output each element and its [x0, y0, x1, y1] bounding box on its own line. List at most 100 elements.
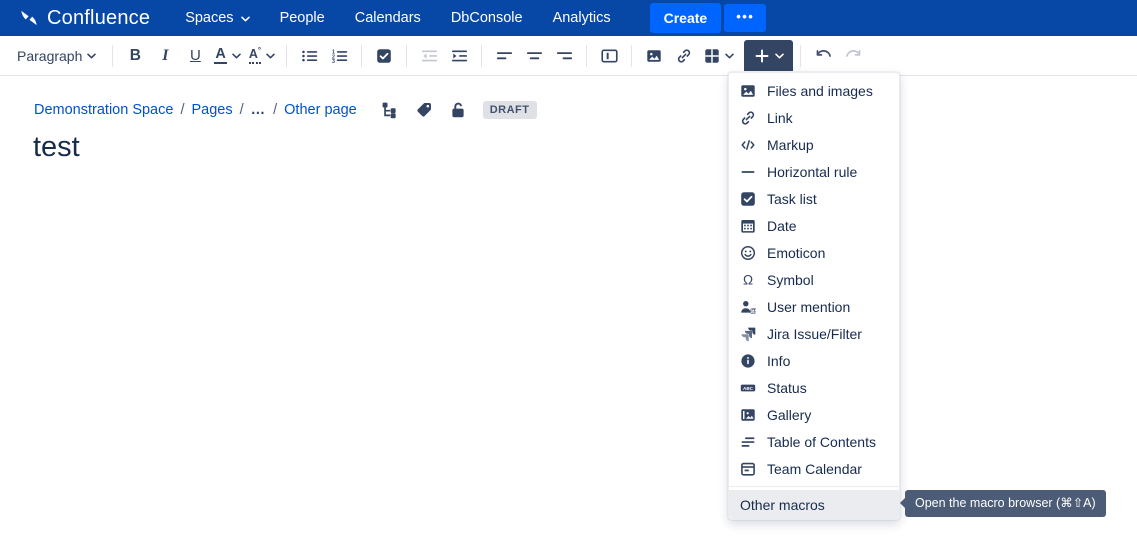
user-mention-icon: @ — [740, 299, 756, 315]
create-button[interactable]: Create — [650, 3, 722, 33]
toolbar-divider — [406, 45, 407, 67]
breadcrumb-icons — [381, 101, 467, 119]
link-icon — [676, 47, 693, 64]
markup-icon — [740, 137, 756, 153]
breadcrumb-item-other-page[interactable]: Other page — [284, 102, 357, 118]
breadcrumb-separator: / — [266, 102, 284, 118]
svg-text:3: 3 — [332, 58, 335, 63]
outdent-button[interactable] — [414, 41, 444, 71]
more-formatting-dropdown[interactable]: A° — [245, 41, 279, 71]
menu-item-symbol[interactable]: ΩSymbol — [729, 266, 899, 293]
unlock-icon[interactable] — [449, 101, 467, 119]
align-left-icon — [496, 47, 513, 64]
symbol-icon: Ω — [740, 272, 756, 288]
nav-items: SpacesPeopleCalendarsDbConsoleAnalytics — [170, 0, 625, 36]
svg-text:@: @ — [750, 305, 756, 314]
link-icon — [740, 110, 756, 126]
align-center-button[interactable] — [519, 41, 549, 71]
page-layout-button[interactable] — [594, 41, 624, 71]
numbered-list-button[interactable]: 123 — [324, 41, 354, 71]
insert-table-dropdown[interactable] — [699, 41, 738, 71]
redo-button[interactable] — [838, 41, 868, 71]
menu-item-files-and-images[interactable]: Files and images — [729, 77, 899, 104]
align-right-icon — [556, 47, 573, 64]
top-navbar: Confluence SpacesPeopleCalendarsDbConsol… — [0, 0, 1137, 36]
task-list-button[interactable] — [369, 41, 399, 71]
svg-text:Ω: Ω — [743, 272, 753, 287]
underline-button[interactable]: U — [180, 41, 210, 71]
menu-item-horizontal-rule[interactable]: Horizontal rule — [729, 158, 899, 185]
insert-menu-list: Files and imagesLinkMarkupHorizontal rul… — [729, 77, 899, 482]
bold-button[interactable]: B — [120, 41, 150, 71]
files-images-icon — [646, 47, 663, 64]
italic-button[interactable]: I — [150, 41, 180, 71]
menu-item-table-of-contents[interactable]: Table of Contents — [729, 428, 899, 455]
nav-item-calendars[interactable]: Calendars — [340, 0, 436, 36]
task-list-icon — [740, 191, 756, 207]
plus-icon — [753, 47, 770, 64]
indent-button[interactable] — [444, 41, 474, 71]
page-title-input[interactable]: test — [33, 131, 80, 164]
bullet-list-icon — [301, 47, 318, 64]
menu-item-gallery[interactable]: Gallery — [729, 401, 899, 428]
insert-link-button[interactable] — [669, 41, 699, 71]
nav-item-dbconsole[interactable]: DbConsole — [436, 0, 538, 36]
numbered-list-icon: 123 — [331, 47, 348, 64]
insert-plus-dropdown[interactable] — [744, 40, 793, 71]
breadcrumb-separator: / — [173, 102, 191, 118]
nav-more-button[interactable]: ••• — [724, 4, 766, 32]
paragraph-style-dropdown[interactable]: Paragraph — [8, 41, 105, 71]
menu-divider — [729, 486, 899, 487]
menu-item-date[interactable]: Date — [729, 212, 899, 239]
breadcrumb-links: Demonstration Space/Pages/…/Other page — [34, 102, 357, 118]
toolbar-divider — [631, 45, 632, 67]
chevron-down-icon — [775, 53, 784, 59]
chevron-down-icon — [87, 53, 96, 59]
toolbar-divider — [286, 45, 287, 67]
menu-item-jira-issue-filter[interactable]: Jira Issue/Filter — [729, 320, 899, 347]
insert-files-button[interactable] — [639, 41, 669, 71]
status-icon: ABC — [740, 380, 756, 396]
nav-item-people[interactable]: People — [265, 0, 340, 36]
breadcrumb-item-ellipsis[interactable]: … — [251, 102, 267, 118]
toolbar-divider — [481, 45, 482, 67]
info-icon — [740, 353, 756, 369]
menu-item-user-mention[interactable]: @User mention — [729, 293, 899, 320]
page-tree-icon[interactable] — [381, 101, 399, 119]
text-color-dropdown[interactable]: A — [210, 41, 244, 71]
menu-item-markup[interactable]: Markup — [729, 131, 899, 158]
task-list-icon — [376, 47, 393, 64]
menu-item-status[interactable]: ABCStatus — [729, 374, 899, 401]
breadcrumb-item-demonstration-space[interactable]: Demonstration Space — [34, 102, 173, 118]
menu-item-team-calendar[interactable]: Team Calendar — [729, 455, 899, 482]
chevron-down-icon — [232, 53, 241, 59]
insert-menu: Files and imagesLinkMarkupHorizontal rul… — [728, 72, 900, 520]
other-macros-label: Other macros — [740, 497, 825, 513]
menu-item-other-macros[interactable]: Other macros — [729, 490, 899, 519]
nav-item-analytics[interactable]: Analytics — [538, 0, 626, 36]
confluence-home-link[interactable]: Confluence — [18, 7, 150, 30]
undo-icon — [815, 47, 832, 64]
menu-item-emoticon[interactable]: Emoticon — [729, 239, 899, 266]
bullet-list-button[interactable] — [294, 41, 324, 71]
chevron-down-icon — [725, 53, 734, 59]
emoticon-icon — [740, 245, 756, 261]
menu-item-info[interactable]: Info — [729, 347, 899, 374]
align-left-button[interactable] — [489, 41, 519, 71]
toolbar-divider — [112, 45, 113, 67]
outdent-icon — [421, 47, 438, 64]
breadcrumb-separator: / — [233, 102, 251, 118]
undo-button[interactable] — [808, 41, 838, 71]
breadcrumb: Demonstration Space/Pages/…/Other page D… — [34, 99, 537, 121]
date-icon — [740, 218, 756, 234]
align-right-button[interactable] — [549, 41, 579, 71]
labels-tag-icon[interactable] — [415, 101, 433, 119]
toc-icon — [740, 434, 756, 450]
draft-badge: DRAFT — [483, 101, 537, 119]
menu-item-link[interactable]: Link — [729, 104, 899, 131]
nav-item-spaces[interactable]: Spaces — [170, 0, 264, 36]
breadcrumb-item-pages[interactable]: Pages — [191, 102, 232, 118]
jira-icon — [740, 326, 756, 342]
page-layout-icon — [601, 47, 618, 64]
menu-item-task-list[interactable]: Task list — [729, 185, 899, 212]
